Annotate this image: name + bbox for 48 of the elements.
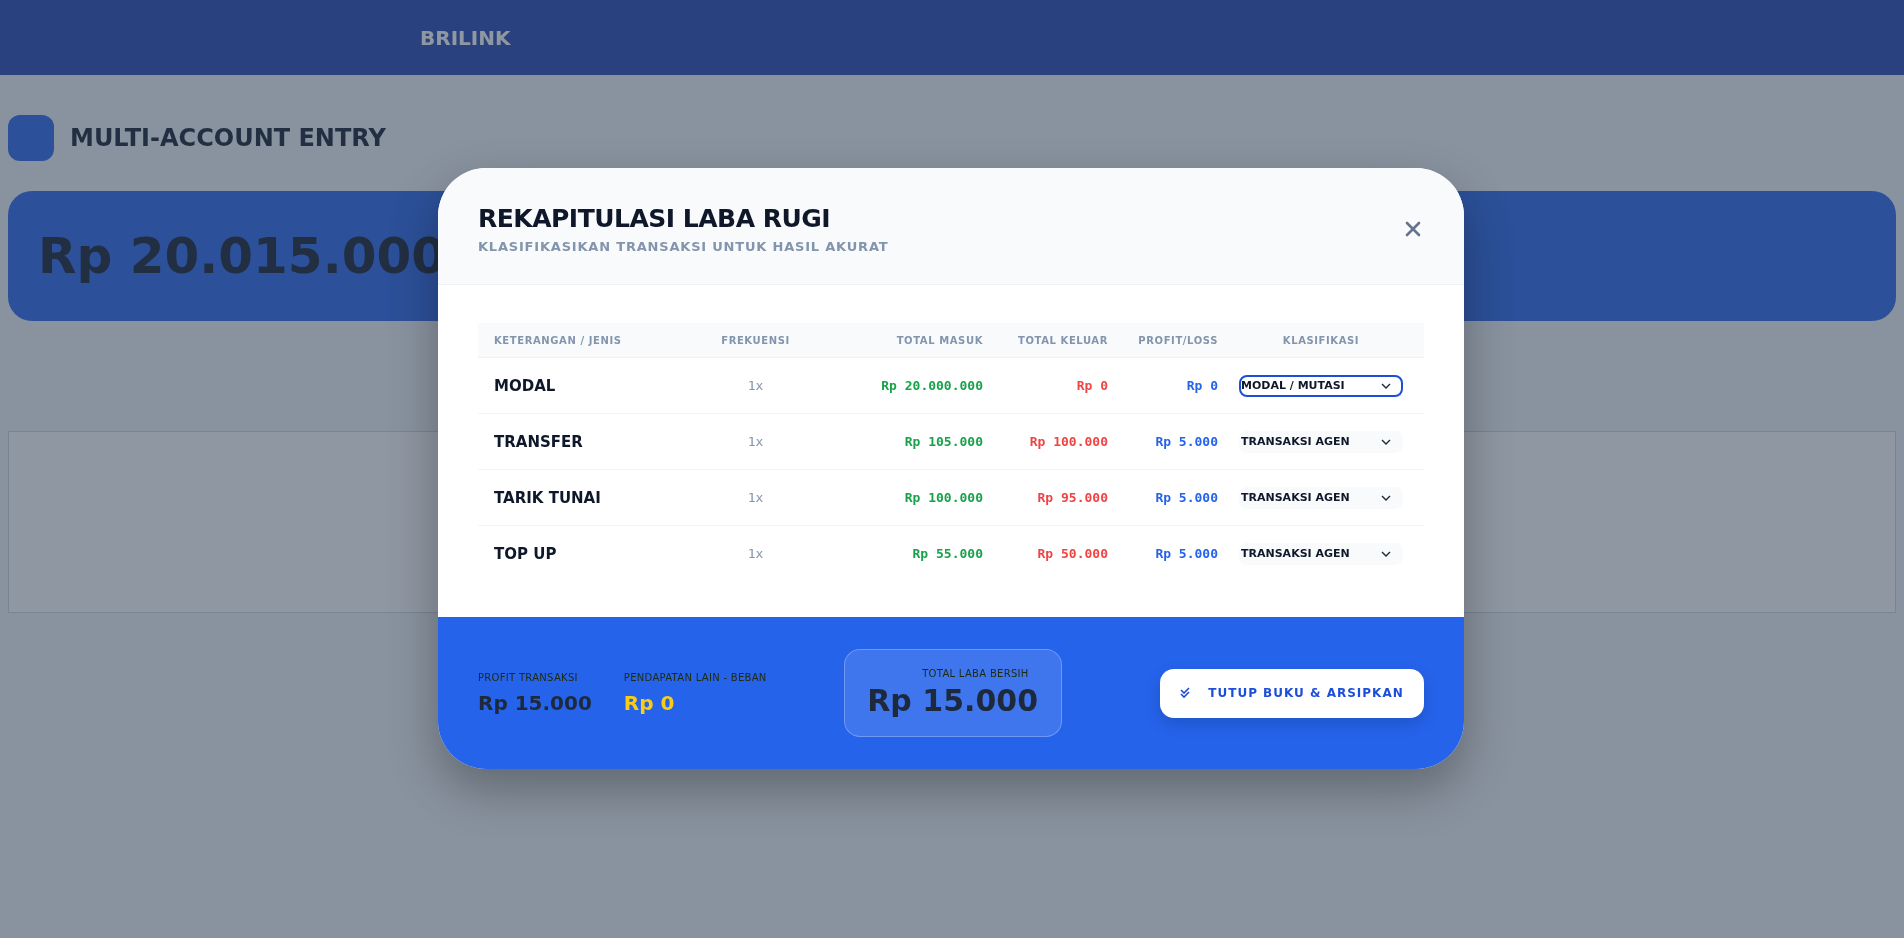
brand-name: BRILINK <box>420 25 511 50</box>
dialog-subtitle: KLASIFIKASIKAN TRANSAKSI UNTUK HASIL AKURAT <box>478 239 889 254</box>
stat-label: PROFIT TRANSAKSI <box>478 671 579 683</box>
table-cell-text: Rp 100.000 <box>903 490 983 505</box>
chevron-down-icon <box>1381 382 1391 389</box>
balance-amount: Rp 20.015.000 <box>38 227 446 285</box>
column-header: KLASIFIKASI <box>1281 334 1361 346</box>
total-label: TOTAL LABA BERSIH <box>922 668 1029 679</box>
column-header: KETERANGAN / JENIS <box>493 334 623 346</box>
table-cell-text: Rp 0 <box>1185 378 1218 393</box>
table-cell-text: 1x <box>746 378 765 393</box>
table-cell-text: 1x <box>746 434 765 449</box>
dialog-title: REKAPITULASI LABA RUGI <box>478 204 832 233</box>
table-cell-text: MODAL <box>493 376 557 395</box>
table-cell-text: Rp 5.000 <box>1154 490 1218 505</box>
table-cell-text: Rp 55.000 <box>911 546 983 561</box>
table-cell-text: Rp 20.000.000 <box>880 378 983 393</box>
table-cell-text: Rp 0 <box>1075 378 1108 393</box>
chevron-down-icon <box>1381 550 1391 557</box>
table-cell-text: TOP UP <box>493 544 558 563</box>
close-books-button[interactable]: TUTUP BUKU & ARSIPKAN <box>1160 668 1424 718</box>
page-logo-icon <box>8 115 54 161</box>
column-header: TOTAL MASUK <box>895 334 983 346</box>
stat-label: PENDAPATAN LAIN - BEBAN <box>623 671 767 683</box>
classification-dropdown[interactable]: TRANSAKSI AGEN <box>1239 486 1403 509</box>
classification-dropdown[interactable]: TRANSAKSI AGEN <box>1239 542 1403 565</box>
stat-value: Rp 15.000 <box>478 690 592 715</box>
column-header: FREKUENSI <box>720 334 791 346</box>
chevron-down-icon <box>1381 438 1391 445</box>
table-cell-text: Rp 5.000 <box>1154 546 1218 561</box>
table-cell-text: Rp 5.000 <box>1154 434 1218 449</box>
table-cell-text: Rp 50.000 <box>1036 546 1108 561</box>
table-cell-text: TARIK TUNAI <box>493 488 602 507</box>
chevron-down-icon <box>1381 494 1391 501</box>
table-cell-text: 1x <box>746 490 765 505</box>
total-value: Rp 15.000 <box>867 683 1039 718</box>
classification-dropdown[interactable]: MODAL / MUTASI <box>1239 374 1403 397</box>
stat-value: Rp 0 <box>623 690 676 715</box>
table-cell-text: TRANSFER <box>493 432 584 451</box>
column-header: PROFIT/LOSS <box>1137 334 1218 346</box>
classification-dropdown[interactable]: TRANSAKSI AGEN <box>1239 430 1403 453</box>
table-cell-text: Rp 95.000 <box>1036 490 1108 505</box>
close-icon <box>1404 220 1422 238</box>
table-cell-text: Rp 100.000 <box>1028 434 1108 449</box>
column-header: TOTAL KELUAR <box>1017 334 1108 346</box>
page-title: MULTI-ACCOUNT ENTRY <box>70 124 386 152</box>
table-cell-text: 1x <box>746 546 765 561</box>
table-cell-text: Rp 105.000 <box>903 434 983 449</box>
